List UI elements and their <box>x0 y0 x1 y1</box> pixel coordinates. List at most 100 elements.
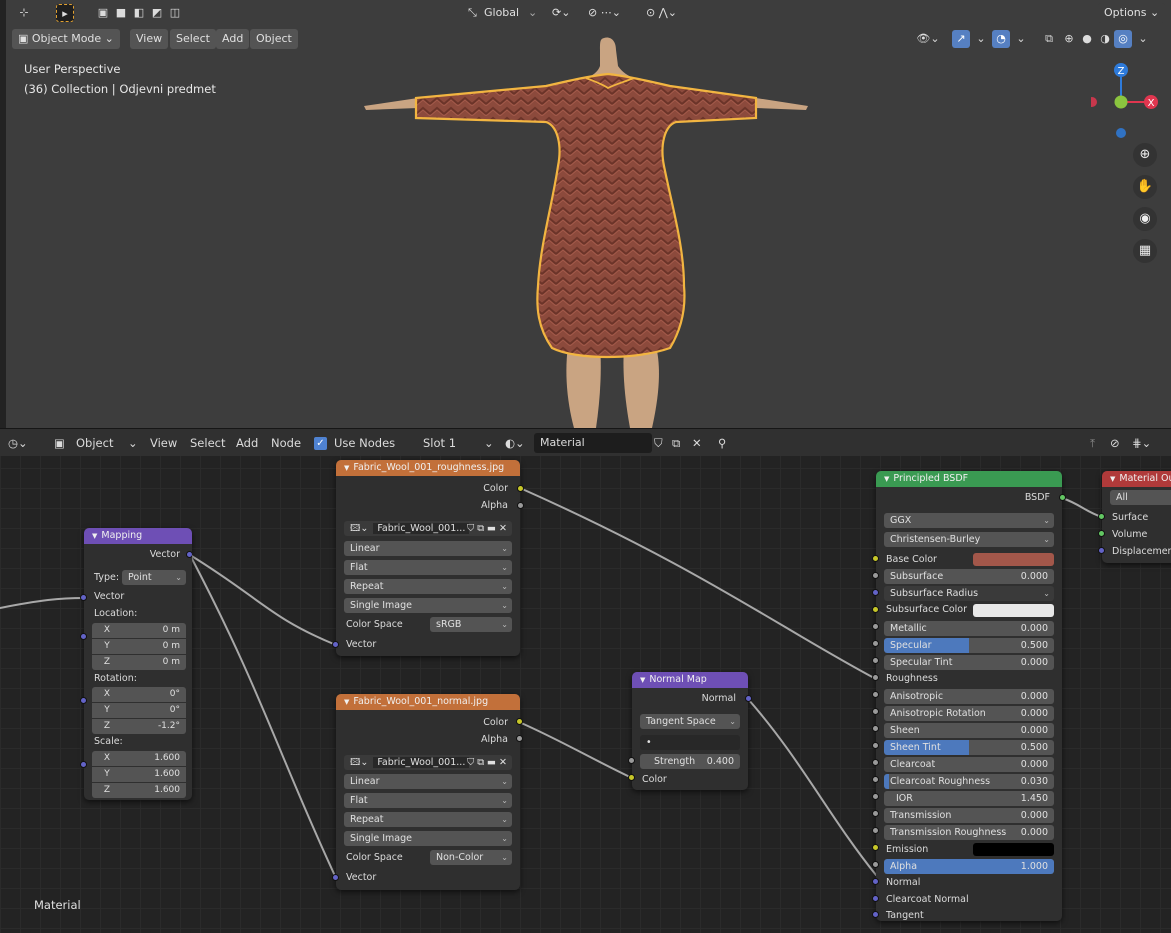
rotation-z-field[interactable]: Z -1.2° <box>92 719 186 734</box>
menu-select[interactable]: Select <box>170 29 216 49</box>
base-color-swatch[interactable] <box>973 553 1054 566</box>
dress-model[interactable] <box>346 36 826 428</box>
bsdf-ior-socket[interactable] <box>872 793 879 800</box>
color-space-dropdown[interactable]: sRGB ⌄ <box>430 617 512 632</box>
color-space-dropdown[interactable]: Non-Color ⌄ <box>430 850 512 865</box>
anisotropic-rotation-field[interactable]: Anisotropic Rotation 0.000 <box>884 706 1054 721</box>
space-dropdown[interactable]: Tangent Space ⌄ <box>640 714 740 729</box>
scale-x-field[interactable]: X 1.600 <box>92 751 186 766</box>
xray-icon[interactable]: ⧉ <box>1040 30 1058 48</box>
roughness-image-texture-node[interactable]: ▼ Fabric_Wool_001_roughness.jpg Color Alp… <box>336 460 520 656</box>
normal-texture-header[interactable]: ▼ Fabric_Wool_001_normal.jpg <box>336 694 520 710</box>
emission-color-swatch[interactable] <box>973 843 1054 856</box>
output-displacement-socket[interactable] <box>1098 547 1105 554</box>
select-mode-intersect-icon[interactable]: ◫ <box>166 4 184 22</box>
bsdf-sheen-socket[interactable] <box>872 725 879 732</box>
bsdf-base-color-socket[interactable] <box>872 555 879 562</box>
alpha-field[interactable]: Alpha 1.000 <box>884 859 1054 874</box>
select-box-icon[interactable]: ▣ <box>94 4 112 22</box>
chevron-down-icon[interactable]: ⌄ <box>1134 30 1152 48</box>
snap-icon[interactable]: ⊘ <box>1110 433 1120 453</box>
mapping-node[interactable]: ▼ Mapping Vector Type: Point ⌄ Vector Loca… <box>84 528 192 800</box>
3d-viewport[interactable]: ⊹ ▸ ▣ ■ ◧ ◩ ◫ ⤡ Global ⌄ ⟳⌄ ⊘ ⋯⌄ ⊙ ⋀⌄ Op… <box>6 0 1171 428</box>
image-actions-icon[interactable]: ⛉ ⧉ ▬ ✕ <box>467 521 507 536</box>
interpolation-dropdown[interactable]: Linear ⌄ <box>344 541 512 556</box>
bsdf-metallic-socket[interactable] <box>872 623 879 630</box>
subsurface-radius-dropdown[interactable]: Subsurface Radius ⌄ <box>884 586 1054 601</box>
menu-object[interactable]: Object <box>250 29 298 49</box>
bsdf-anisotropic-socket[interactable] <box>872 691 879 698</box>
menu-view[interactable]: View <box>130 29 169 49</box>
roughness-tex-alpha-socket[interactable] <box>517 502 524 509</box>
type-dropdown[interactable]: Point ⌄ <box>122 570 186 585</box>
shader-node-editor[interactable]: ◷⌄ ▣ Object ⌄ View Select Add Node ✓ Use… <box>0 428 1171 933</box>
camera-icon[interactable]: ◉ <box>1133 207 1157 231</box>
sheen-tint-field[interactable]: Sheen Tint 0.500 <box>884 740 1054 755</box>
bsdf-anisotropic-rotation-socket[interactable] <box>872 708 879 715</box>
rendered-shading-icon[interactable]: ◎ <box>1114 30 1132 48</box>
menu-view[interactable]: View <box>150 433 177 453</box>
scale-y-field[interactable]: Y 1.600 <box>92 767 186 782</box>
specular-tint-field[interactable]: Specular Tint 0.000 <box>884 655 1054 670</box>
wireframe-shading-icon[interactable]: ⊕ <box>1060 30 1078 48</box>
strength-field[interactable]: Strength 0.400 <box>640 754 740 769</box>
source-dropdown[interactable]: Single Image ⌄ <box>344 598 512 613</box>
material-browse-icon[interactable]: ◐⌄ <box>505 433 525 453</box>
editor-type-icon[interactable]: ⊹ <box>12 4 36 22</box>
rotation-y-field[interactable]: Y 0° <box>92 703 186 718</box>
mapping-location-socket[interactable] <box>80 633 87 640</box>
image-actions-icon[interactable]: ⛉ ⧉ ▬ ✕ <box>467 755 507 770</box>
normal-map-strength-socket[interactable] <box>628 757 635 764</box>
normal-map-color-socket[interactable] <box>628 774 635 781</box>
source-dropdown[interactable]: Single Image ⌄ <box>344 831 512 846</box>
output-volume-socket[interactable] <box>1098 530 1105 537</box>
projection-dropdown[interactable]: Flat ⌄ <box>344 560 512 575</box>
output-vector-socket[interactable] <box>186 551 192 558</box>
menu-node[interactable]: Node <box>271 433 301 453</box>
bsdf-specular-tint-socket[interactable] <box>872 657 879 664</box>
mapping-scale-socket[interactable] <box>80 761 87 768</box>
menu-select[interactable]: Select <box>190 433 225 453</box>
mapping-input-vector-socket[interactable] <box>80 594 87 601</box>
navigation-gizmo[interactable]: Z X <box>1087 55 1171 155</box>
normal-map-node[interactable]: ▼ Normal Map Normal Tangent Space ⌄ • Stre… <box>632 672 748 790</box>
bsdf-clearcoat-socket[interactable] <box>872 759 879 766</box>
material-output-header[interactable]: ▼Material Output <box>1102 471 1171 487</box>
slot-dropdown[interactable]: Slot 1 <box>423 433 456 453</box>
uv-map-field[interactable]: • <box>640 735 740 750</box>
overlays-icon[interactable]: ◔ <box>992 30 1010 48</box>
snap-icon[interactable]: ⊘ ⋯⌄ <box>588 3 621 23</box>
roughness-tex-color-socket[interactable] <box>517 485 524 492</box>
solid-shading-icon[interactable]: ● <box>1078 30 1096 48</box>
bsdf-subsurface-color-socket[interactable] <box>872 606 879 613</box>
menu-add[interactable]: Add <box>216 29 250 49</box>
bsdf-roughness-socket[interactable] <box>872 674 879 681</box>
anisotropic-field[interactable]: Anisotropic 0.000 <box>884 689 1054 704</box>
interpolation-dropdown[interactable]: Linear ⌄ <box>344 774 512 789</box>
bsdf-subsurface-socket[interactable] <box>872 572 879 579</box>
sheen-field[interactable]: Sheen 0.000 <box>884 723 1054 738</box>
zoom-icon[interactable]: ⊕ <box>1133 143 1157 167</box>
shader-type-dropdown[interactable]: Object <box>76 433 113 453</box>
snap-settings-icon[interactable]: ⋕⌄ <box>1132 433 1151 453</box>
image-selector[interactable]: 🖾⌄ Fabric_Wool_001... ⛉ ⧉ ▬ ✕ <box>344 521 512 536</box>
scale-z-field[interactable]: Z 1.600 <box>92 783 186 798</box>
chevron-down-icon[interactable]: ⌄ <box>1012 30 1030 48</box>
normal-image-texture-node[interactable]: ▼ Fabric_Wool_001_normal.jpg Color Alpha … <box>336 694 520 890</box>
menu-add[interactable]: Add <box>236 433 258 453</box>
normal-tex-vector-socket[interactable] <box>332 874 339 881</box>
bsdf-specular-socket[interactable] <box>872 640 879 647</box>
target-dropdown[interactable]: All <box>1110 490 1171 505</box>
roughness-tex-vector-socket[interactable] <box>332 641 339 648</box>
bsdf-normal-socket[interactable] <box>872 878 879 885</box>
bsdf-subsurface-radius-socket[interactable] <box>872 589 879 596</box>
metallic-field[interactable]: Metallic 0.000 <box>884 621 1054 636</box>
select-mode-subtract-icon[interactable]: ◧ <box>130 4 148 22</box>
distribution-dropdown[interactable]: GGX ⌄ <box>884 513 1054 528</box>
extension-dropdown[interactable]: Repeat ⌄ <box>344 812 512 827</box>
specular-field[interactable]: Specular 0.500 <box>884 638 1054 653</box>
editor-type-icon[interactable]: ◷⌄ <box>8 433 28 453</box>
normal-map-header[interactable]: ▼ Normal Map <box>632 672 748 688</box>
proportional-edit-icon[interactable]: ⊙ ⋀⌄ <box>646 3 677 23</box>
normal-tex-color-socket[interactable] <box>516 718 523 725</box>
